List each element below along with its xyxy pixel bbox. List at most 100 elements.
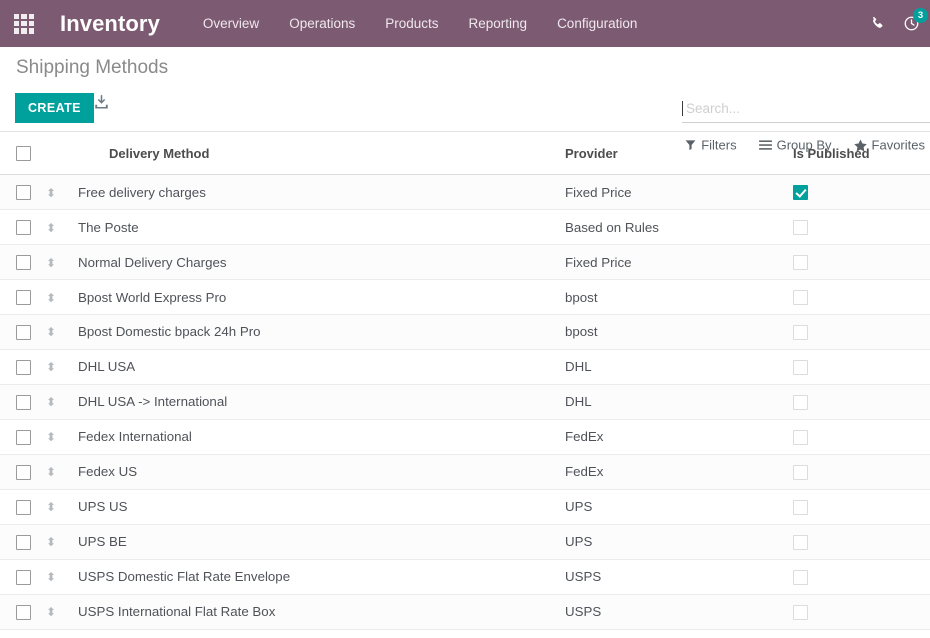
cell-delivery-method[interactable]: Free delivery charges [78, 174, 565, 211]
search-container[interactable] [682, 100, 930, 123]
row-select-checkbox[interactable] [16, 394, 31, 410]
is-published-checkbox[interactable] [793, 359, 808, 375]
table-row[interactable]: ⬍ DHL USA -> International DHL [0, 384, 930, 420]
is-published-checkbox[interactable] [793, 185, 808, 201]
menu-item-operations[interactable]: Operations [279, 10, 365, 37]
phone-icon[interactable] [870, 16, 885, 31]
cell-provider[interactable]: Fixed Price [565, 244, 793, 281]
table-row[interactable]: ⬍ USPS Domestic Flat Rate Envelope USPS [0, 559, 930, 595]
cell-delivery-method[interactable]: Bpost Domestic bpack 24h Pro [78, 314, 565, 350]
table-row[interactable]: ⬍ The Poste Based on Rules [0, 209, 930, 246]
drag-handle-icon[interactable]: ⬍ [46, 606, 56, 618]
is-published-checkbox[interactable] [793, 324, 808, 340]
table-row[interactable]: ⬍ Free delivery charges Fixed Price [0, 174, 930, 211]
cell-delivery-method[interactable]: Fedex US [78, 454, 565, 490]
filters-label: Filters [701, 137, 737, 153]
row-select-checkbox[interactable] [16, 534, 31, 550]
drag-handle-icon[interactable]: ⬍ [46, 571, 56, 583]
row-drag-cell: ⬍ [46, 209, 78, 246]
row-select-checkbox[interactable] [16, 220, 31, 236]
drag-handle-icon[interactable]: ⬍ [46, 396, 56, 408]
is-published-checkbox[interactable] [793, 604, 808, 620]
cell-provider[interactable]: UPS [565, 524, 793, 560]
drag-handle-icon[interactable]: ⬍ [46, 361, 56, 373]
cell-delivery-method[interactable]: USPS International Flat Rate Box [78, 594, 565, 630]
is-published-checkbox[interactable] [793, 290, 808, 305]
cell-delivery-method[interactable]: Fedex International [78, 419, 565, 455]
app-brand-title[interactable]: Inventory [60, 11, 160, 37]
drag-handle-icon[interactable]: ⬍ [46, 501, 56, 513]
drag-handle-icon[interactable]: ⬍ [46, 257, 56, 269]
cell-provider[interactable]: Based on Rules [565, 209, 793, 246]
row-select-checkbox[interactable] [16, 499, 31, 515]
menu-item-reporting[interactable]: Reporting [459, 10, 538, 37]
menu-item-configuration[interactable]: Configuration [547, 10, 647, 37]
cell-provider[interactable]: bpost [565, 314, 793, 350]
cell-delivery-method[interactable]: The Poste [78, 209, 565, 246]
cell-delivery-method[interactable]: DHL USA [78, 349, 565, 385]
row-select-checkbox[interactable] [16, 324, 31, 340]
search-input[interactable] [684, 100, 914, 117]
table-row[interactable]: ⬍ Bpost Domestic bpack 24h Pro bpost [0, 314, 930, 350]
clock-activity-icon[interactable]: 3 [903, 8, 928, 32]
cell-provider[interactable]: DHL [565, 349, 793, 385]
menu-item-overview[interactable]: Overview [193, 10, 269, 37]
table-row[interactable]: ⬍ Fedex US FedEx [0, 454, 930, 490]
drag-handle-icon[interactable]: ⬍ [46, 431, 56, 443]
cell-delivery-method[interactable]: Bpost World Express Pro [78, 279, 565, 315]
cell-delivery-method[interactable]: UPS US [78, 489, 565, 525]
table-row[interactable]: ⬍ USPS International Flat Rate Box USPS [0, 594, 930, 630]
cell-provider[interactable]: FedEx [565, 454, 793, 490]
is-published-checkbox[interactable] [793, 220, 808, 236]
is-published-checkbox[interactable] [793, 569, 808, 585]
is-published-checkbox[interactable] [793, 255, 808, 271]
row-select-checkbox[interactable] [16, 255, 31, 271]
row-select-checkbox[interactable] [16, 569, 31, 585]
row-select-checkbox[interactable] [16, 185, 31, 201]
cell-provider[interactable]: FedEx [565, 419, 793, 455]
cell-is-published [793, 384, 930, 420]
cell-delivery-method[interactable]: DHL USA -> International [78, 384, 565, 420]
row-select-checkbox[interactable] [16, 604, 31, 620]
group-by-button[interactable]: Group By [758, 138, 832, 153]
cell-provider[interactable]: USPS [565, 559, 793, 595]
cell-provider[interactable]: USPS [565, 594, 793, 630]
apps-grid-icon[interactable] [14, 13, 34, 34]
cell-delivery-method[interactable]: Normal Delivery Charges [78, 244, 565, 281]
menu-item-products[interactable]: Products [375, 10, 448, 37]
drag-handle-icon[interactable]: ⬍ [46, 466, 56, 478]
table-row[interactable]: ⬍ UPS US UPS [0, 489, 930, 525]
row-select-checkbox[interactable] [16, 429, 31, 445]
table-row[interactable]: ⬍ Bpost World Express Pro bpost [0, 279, 930, 315]
drag-handle-icon[interactable]: ⬍ [46, 536, 56, 548]
cell-provider[interactable]: Fixed Price [565, 174, 793, 211]
drag-handle-icon[interactable]: ⬍ [46, 326, 56, 338]
is-published-checkbox[interactable] [793, 499, 808, 515]
page-title: Shipping Methods [16, 57, 169, 78]
table-row[interactable]: ⬍ UPS BE UPS [0, 524, 930, 560]
is-published-checkbox[interactable] [793, 429, 808, 445]
cell-provider[interactable]: UPS [565, 489, 793, 525]
favorites-button[interactable]: Favorites [853, 138, 925, 153]
cell-delivery-method[interactable]: UPS BE [78, 524, 565, 560]
row-select-checkbox[interactable] [16, 464, 31, 480]
table-row[interactable]: ⬍ Fedex International FedEx [0, 419, 930, 455]
drag-handle-icon[interactable]: ⬍ [46, 222, 56, 234]
drag-handle-icon[interactable]: ⬍ [46, 292, 56, 304]
filters-button[interactable]: Filters [685, 137, 737, 153]
row-select-checkbox[interactable] [16, 290, 31, 305]
select-all-checkbox[interactable] [16, 146, 31, 162]
create-button[interactable]: CREATE [15, 93, 94, 123]
cell-delivery-method[interactable]: USPS Domestic Flat Rate Envelope [78, 559, 565, 595]
cell-provider[interactable]: DHL [565, 384, 793, 420]
is-published-checkbox[interactable] [793, 394, 808, 410]
download-export-icon[interactable] [93, 94, 110, 116]
table-row[interactable]: ⬍ Normal Delivery Charges Fixed Price [0, 244, 930, 281]
is-published-checkbox[interactable] [793, 464, 808, 480]
is-published-checkbox[interactable] [793, 534, 808, 550]
column-delivery-method[interactable]: Delivery Method [78, 132, 565, 176]
cell-provider[interactable]: bpost [565, 279, 793, 315]
table-row[interactable]: ⬍ DHL USA DHL [0, 349, 930, 385]
row-select-checkbox[interactable] [16, 359, 31, 375]
drag-handle-icon[interactable]: ⬍ [46, 187, 56, 199]
